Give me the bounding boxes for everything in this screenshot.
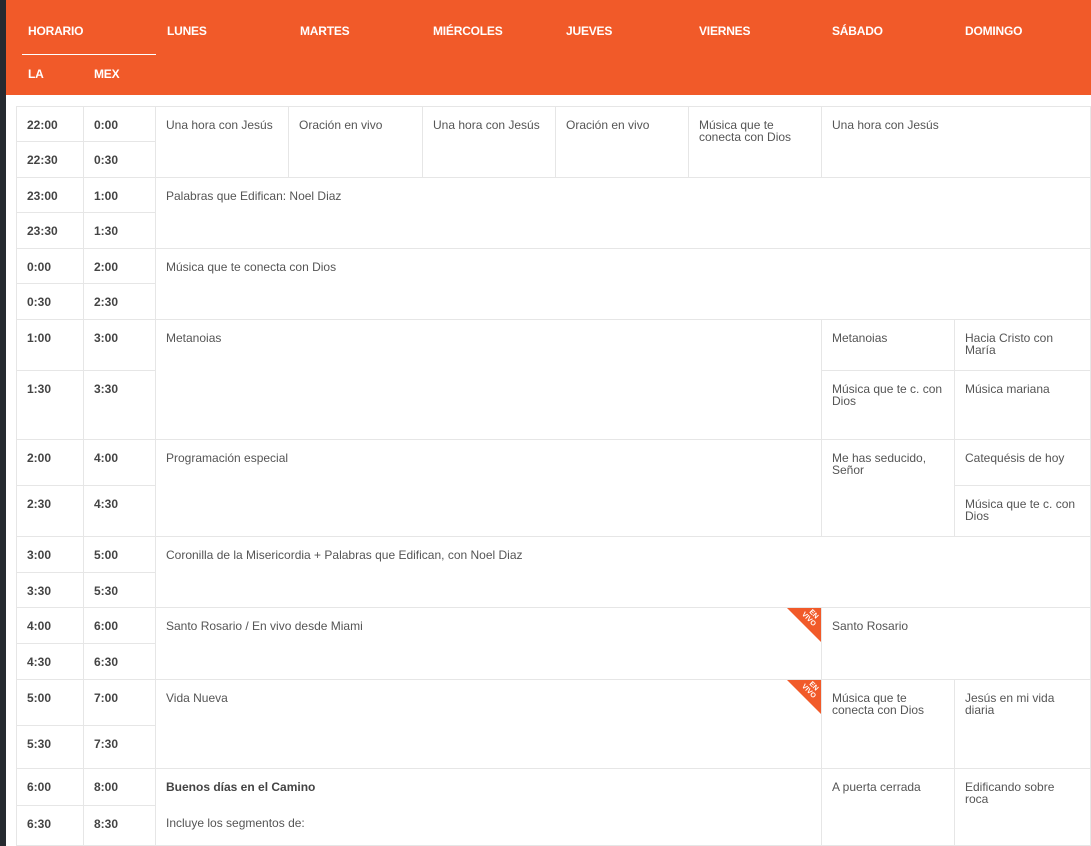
program-cell[interactable]: A puerta cerrada <box>822 769 955 846</box>
program-cell[interactable]: Vida Nueva EN VIVO <box>156 680 822 769</box>
time-mex: 0:00 <box>84 106 156 142</box>
time-mex: 5:00 <box>84 537 156 573</box>
header-mex: MEX <box>94 67 120 81</box>
time-la: 3:00 <box>16 537 84 573</box>
program-title: Vida Nueva <box>166 691 228 705</box>
header-day-viernes: VIERNES <box>699 24 751 38</box>
program-cell[interactable]: Metanoias <box>156 320 822 440</box>
time-la: 22:30 <box>16 142 84 178</box>
header-la: LA <box>28 67 44 81</box>
program-cell[interactable]: Santo Rosario / En vivo desde Miami EN V… <box>156 608 822 680</box>
time-mex: 3:30 <box>84 371 156 440</box>
schedule-header: HORARIO LA MEX LUNES MARTES MIÉRCOLES JU… <box>6 0 1091 95</box>
live-badge-label: EN VIVO <box>800 608 820 628</box>
header-day-jueves: JUEVES <box>566 24 613 38</box>
program-cell[interactable]: Palabras que Edifican: Noel Diaz <box>156 178 1091 249</box>
program-cell[interactable]: Catequésis de hoy <box>955 440 1091 486</box>
program-cell[interactable]: Santo Rosario <box>822 608 1091 680</box>
time-la: 0:00 <box>16 249 84 284</box>
program-cell[interactable]: Música que te conecta con Dios <box>156 249 1091 320</box>
program-cell[interactable]: Música mariana <box>955 371 1091 440</box>
header-day-domingo: DOMINGO <box>965 24 1023 38</box>
time-mex: 2:30 <box>84 284 156 320</box>
live-badge: EN VIVO <box>787 608 821 642</box>
time-la: 0:30 <box>16 284 84 320</box>
header-horario: HORARIO <box>28 24 84 38</box>
program-cell[interactable]: Oración en vivo <box>556 106 689 178</box>
program-title: Santo Rosario / En vivo desde Miami <box>166 619 363 633</box>
time-la: 5:00 <box>16 680 84 726</box>
header-day-lunes: LUNES <box>167 24 207 38</box>
time-la: 4:30 <box>16 644 84 680</box>
time-mex: 5:30 <box>84 573 156 608</box>
time-la: 22:00 <box>16 106 84 142</box>
header-day-martes: MARTES <box>300 24 350 38</box>
time-mex: 8:00 <box>84 769 156 806</box>
time-mex: 6:00 <box>84 608 156 644</box>
time-mex: 7:00 <box>84 680 156 726</box>
time-la: 4:00 <box>16 608 84 644</box>
time-la: 5:30 <box>16 726 84 769</box>
schedule-frame: HORARIO LA MEX LUNES MARTES MIÉRCOLES JU… <box>6 0 1091 846</box>
header-day-sabado: SÁBADO <box>832 24 883 38</box>
time-mex: 4:00 <box>84 440 156 486</box>
time-la: 2:30 <box>16 486 84 537</box>
program-cell[interactable]: Hacia Cristo con María <box>955 320 1091 371</box>
program-cell[interactable]: Una hora con Jesús <box>822 106 1091 178</box>
program-cell[interactable]: Música que te conecta con Dios <box>822 680 955 769</box>
program-cell[interactable]: Música que te c. con Dios <box>955 486 1091 537</box>
program-cell[interactable]: Una hora con Jesús <box>423 106 556 178</box>
program-cell[interactable]: Me has seducido, Señor <box>822 440 955 537</box>
program-cell[interactable]: Música que te conecta con Dios <box>689 106 822 178</box>
time-mex: 1:30 <box>84 213 156 249</box>
program-cell[interactable]: Jesús en mi vida diaria <box>955 680 1091 769</box>
time-mex: 4:30 <box>84 486 156 537</box>
program-cell[interactable]: Una hora con Jesús <box>156 106 289 178</box>
program-cell[interactable]: Oración en vivo <box>289 106 423 178</box>
header-underline <box>22 54 156 55</box>
time-mex: 6:30 <box>84 644 156 680</box>
time-la: 6:30 <box>16 806 84 846</box>
header-day-miercoles: MIÉRCOLES <box>433 24 503 38</box>
time-la: 2:00 <box>16 440 84 486</box>
time-mex: 7:30 <box>84 726 156 769</box>
program-cell[interactable]: Buenos días en el Camino Incluye los seg… <box>156 769 822 846</box>
time-mex: 0:30 <box>84 142 156 178</box>
time-la: 23:30 <box>16 213 84 249</box>
program-cell[interactable]: Edificando sobre roca <box>955 769 1091 846</box>
time-la: 1:00 <box>16 320 84 371</box>
time-mex: 3:00 <box>84 320 156 371</box>
program-cell[interactable]: Coronilla de la Misericordia + Palabras … <box>156 537 1091 608</box>
time-mex: 1:00 <box>84 178 156 213</box>
program-cell[interactable]: Música que te c. con Dios <box>822 371 955 440</box>
time-la: 6:00 <box>16 769 84 806</box>
live-badge-label: EN VIVO <box>800 680 820 700</box>
time-la: 23:00 <box>16 178 84 213</box>
program-title: Buenos días en el Camino <box>166 780 316 794</box>
program-subtitle: Incluye los segmentos de: <box>166 816 305 830</box>
program-cell[interactable]: Metanoias <box>822 320 955 371</box>
live-badge: EN VIVO <box>787 680 821 714</box>
program-cell[interactable]: Programación especial <box>156 440 822 537</box>
time-la: 1:30 <box>16 371 84 440</box>
time-mex: 8:30 <box>84 806 156 846</box>
time-mex: 2:00 <box>84 249 156 284</box>
time-la: 3:30 <box>16 573 84 608</box>
